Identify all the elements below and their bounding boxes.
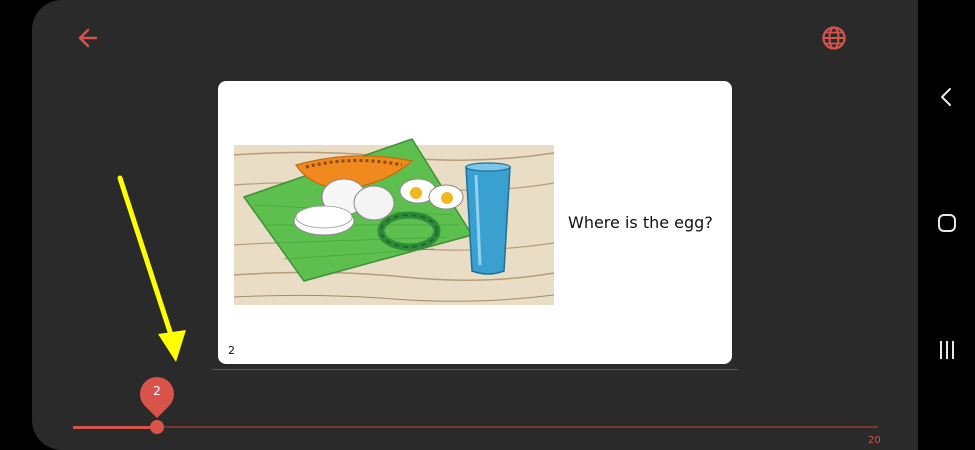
page-illustration bbox=[234, 138, 554, 305]
slider-value-label: 2 bbox=[153, 384, 161, 398]
back-button[interactable] bbox=[74, 24, 102, 52]
globe-icon bbox=[822, 26, 846, 50]
annotation-arrow-icon bbox=[117, 175, 186, 362]
page-divider bbox=[212, 369, 738, 370]
page-slider-fill bbox=[73, 426, 157, 429]
book-page[interactable]: Where is the egg? 2 bbox=[218, 81, 732, 364]
slider-max-label: 20 bbox=[868, 435, 881, 446]
book-reader-screen: Where is the egg? 2 2 20 bbox=[32, 0, 918, 450]
nav-back-button[interactable] bbox=[934, 84, 960, 110]
nav-home-icon bbox=[938, 214, 956, 232]
nav-recents-button[interactable] bbox=[934, 337, 960, 363]
page-number: 2 bbox=[228, 344, 235, 357]
nav-recents-icon bbox=[940, 341, 954, 359]
page-text: Where is the egg? bbox=[568, 213, 713, 232]
system-navigation-bar bbox=[918, 0, 975, 450]
language-button[interactable] bbox=[820, 24, 848, 52]
nav-back-icon bbox=[941, 88, 951, 106]
page-slider-thumb[interactable] bbox=[150, 420, 164, 434]
page-slider-track[interactable] bbox=[73, 426, 878, 428]
arrow-left-icon bbox=[78, 28, 98, 48]
nav-home-button[interactable] bbox=[934, 210, 960, 236]
